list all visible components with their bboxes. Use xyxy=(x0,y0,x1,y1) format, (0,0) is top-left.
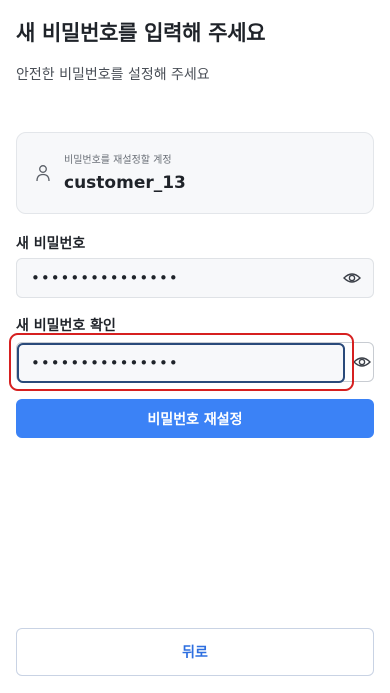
reset-password-button[interactable]: 비밀번호 재설정 xyxy=(16,399,374,438)
confirm-password-input-box xyxy=(17,343,345,383)
person-icon xyxy=(36,165,50,182)
page-subtitle: 안전한 비밀번호를 설정해 주세요 xyxy=(16,67,210,83)
back-button[interactable]: 뒤로 xyxy=(16,628,374,676)
new-password-input[interactable] xyxy=(17,259,327,297)
eye-icon[interactable] xyxy=(353,354,371,370)
account-label: 비밀번호를 재설정할 계정 xyxy=(64,155,172,166)
confirm-password-field xyxy=(16,342,374,383)
new-password-label: 새 비밀번호 xyxy=(16,236,86,252)
new-password-field xyxy=(16,258,374,298)
account-value: customer_13 xyxy=(64,173,186,193)
eye-icon[interactable] xyxy=(343,270,361,286)
page-title: 새 비밀번호를 입력해 주세요 xyxy=(16,21,266,45)
confirm-password-input[interactable] xyxy=(19,345,339,381)
account-card: 비밀번호를 재설정할 계정 customer_13 xyxy=(16,132,374,214)
confirm-password-label: 새 비밀번호 확인 xyxy=(16,318,116,334)
